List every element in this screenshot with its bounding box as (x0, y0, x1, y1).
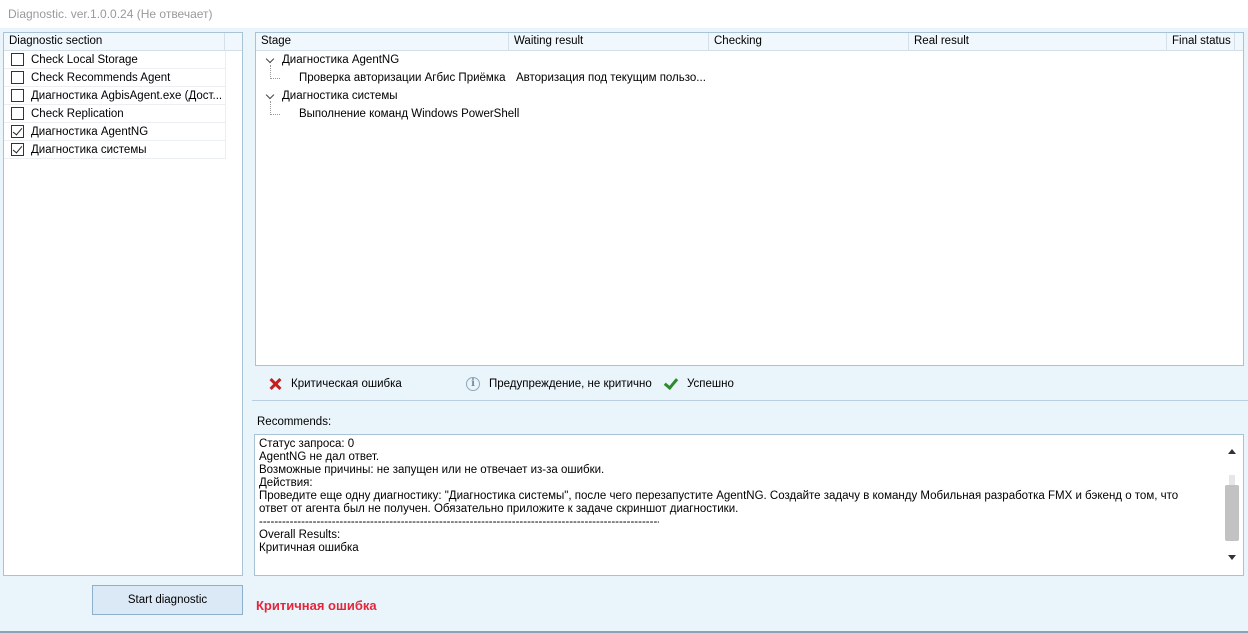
stage-row[interactable]: Проверка авторизации Агбис Приёмка Автор… (256, 69, 1243, 87)
recommends-label: Recommends: (257, 416, 332, 428)
waiting-result-cell: Авторизация под текущим пользо... (516, 72, 706, 84)
section-item-agbisagent[interactable]: Диагностика AgbisAgent.exe (Дост... (4, 87, 226, 105)
section-list-header: Diagnostic section (4, 33, 242, 51)
stage-row-group[interactable]: Диагностика системы (256, 87, 1243, 105)
section-item-check-replication[interactable]: Check Replication (4, 105, 226, 123)
section-item-label: Check Recommends Agent (31, 71, 171, 84)
checkbox[interactable] (11, 71, 24, 84)
column-header-waiting-result[interactable]: Waiting result (509, 33, 709, 51)
column-header-final-status[interactable]: Final status (1167, 33, 1235, 51)
recommends-textbox[interactable]: Статус запроса: 0 AgentNG не дал ответ. … (254, 434, 1244, 576)
info-icon: i (466, 377, 480, 391)
section-item-agentng[interactable]: Диагностика AgentNG (4, 123, 226, 141)
stage-name: Проверка авторизации Агбис Приёмка (299, 72, 506, 84)
section-item-check-local-storage[interactable]: Check Local Storage (4, 51, 226, 69)
section-item-system[interactable]: Диагностика системы (4, 141, 226, 159)
section-item-label: Диагностика AgentNG (31, 125, 149, 138)
recommends-line: Проведите еще одну диагностику: "Диагнос… (259, 490, 1179, 515)
recommends-line: AgentNG не дал ответ. (259, 451, 380, 463)
scroll-up-arrow-icon[interactable] (1228, 449, 1236, 454)
checkmark-icon (663, 377, 677, 391)
stage-name: Выполнение команд Windows PowerShell (299, 108, 520, 120)
section-item-label: Check Replication (31, 107, 124, 120)
section-item-label: Check Local Storage (31, 53, 138, 66)
start-diagnostic-button[interactable]: Start diagnostic (92, 585, 243, 615)
divider (252, 400, 1248, 401)
legend-warning: i Предупреждение, не критично (466, 377, 652, 391)
recommends-separator: ----------------------------------------… (259, 516, 659, 528)
checkbox[interactable] (11, 89, 24, 102)
error-x-icon (269, 378, 281, 390)
legend-critical-label: Критическая ошибка (291, 378, 402, 390)
checkbox-checked[interactable] (11, 125, 24, 138)
stage-tree-grid[interactable]: Stage Waiting result Checking Real resul… (255, 32, 1244, 366)
overall-status-text: Критичная ошибка (256, 598, 377, 613)
legend-success-label: Успешно (687, 378, 734, 390)
diagnostic-section-list[interactable]: Diagnostic section Check Local Storage C… (3, 32, 243, 576)
scroll-down-arrow-icon[interactable] (1228, 555, 1236, 560)
column-header-stage[interactable]: Stage (256, 33, 509, 51)
recommends-text[interactable]: Статус запроса: 0 AgentNG не дал ответ. … (259, 438, 1209, 555)
stage-row-group[interactable]: Диагностика AgentNG (256, 51, 1243, 69)
header-separator (224, 33, 225, 51)
chevron-down-icon[interactable] (265, 90, 275, 100)
stage-name: Диагностика системы (282, 90, 398, 102)
stage-tree-body: Диагностика AgentNG Проверка авторизации… (256, 51, 1243, 131)
status-legend: Критическая ошибка i Предупреждение, не … (255, 372, 1244, 396)
column-header-checking[interactable]: Checking (709, 33, 909, 51)
checkbox[interactable] (11, 107, 24, 120)
recommends-line: Статус запроса: 0 (259, 438, 355, 450)
window-title: Diagnostic. ver.1.0.0.24 (Не отвечает) (0, 0, 1248, 28)
legend-success: Успешно (663, 377, 734, 391)
stage-row[interactable]: Выполнение команд Windows PowerShell (256, 105, 1243, 123)
recommends-line: Overall Results: (259, 529, 341, 541)
scrollbar-thumb[interactable] (1225, 485, 1239, 541)
recommends-line: Критичная ошибка (259, 542, 359, 554)
vertical-scrollbar[interactable] (1221, 435, 1243, 575)
checkbox[interactable] (11, 53, 24, 66)
stage-grid-header: Stage Waiting result Checking Real resul… (256, 33, 1243, 51)
section-header-label: Diagnostic section (9, 35, 103, 47)
section-item-check-recommends-agent[interactable]: Check Recommends Agent (4, 69, 226, 87)
checkbox-checked[interactable] (11, 143, 24, 156)
section-item-label: Диагностика системы (31, 143, 147, 156)
recommends-line: Действия: (259, 477, 313, 489)
stage-name: Диагностика AgentNG (282, 54, 400, 66)
recommends-line: Возможные причины: не запущен или не отв… (259, 464, 605, 476)
legend-critical: Критическая ошибка (269, 378, 402, 390)
section-item-label: Диагностика AgbisAgent.exe (Дост... (31, 89, 223, 102)
column-header-real-result[interactable]: Real result (909, 33, 1167, 51)
legend-warning-label: Предупреждение, не критично (489, 378, 652, 390)
main-client-area: Diagnostic section Check Local Storage C… (0, 28, 1248, 633)
chevron-down-icon[interactable] (265, 54, 275, 64)
